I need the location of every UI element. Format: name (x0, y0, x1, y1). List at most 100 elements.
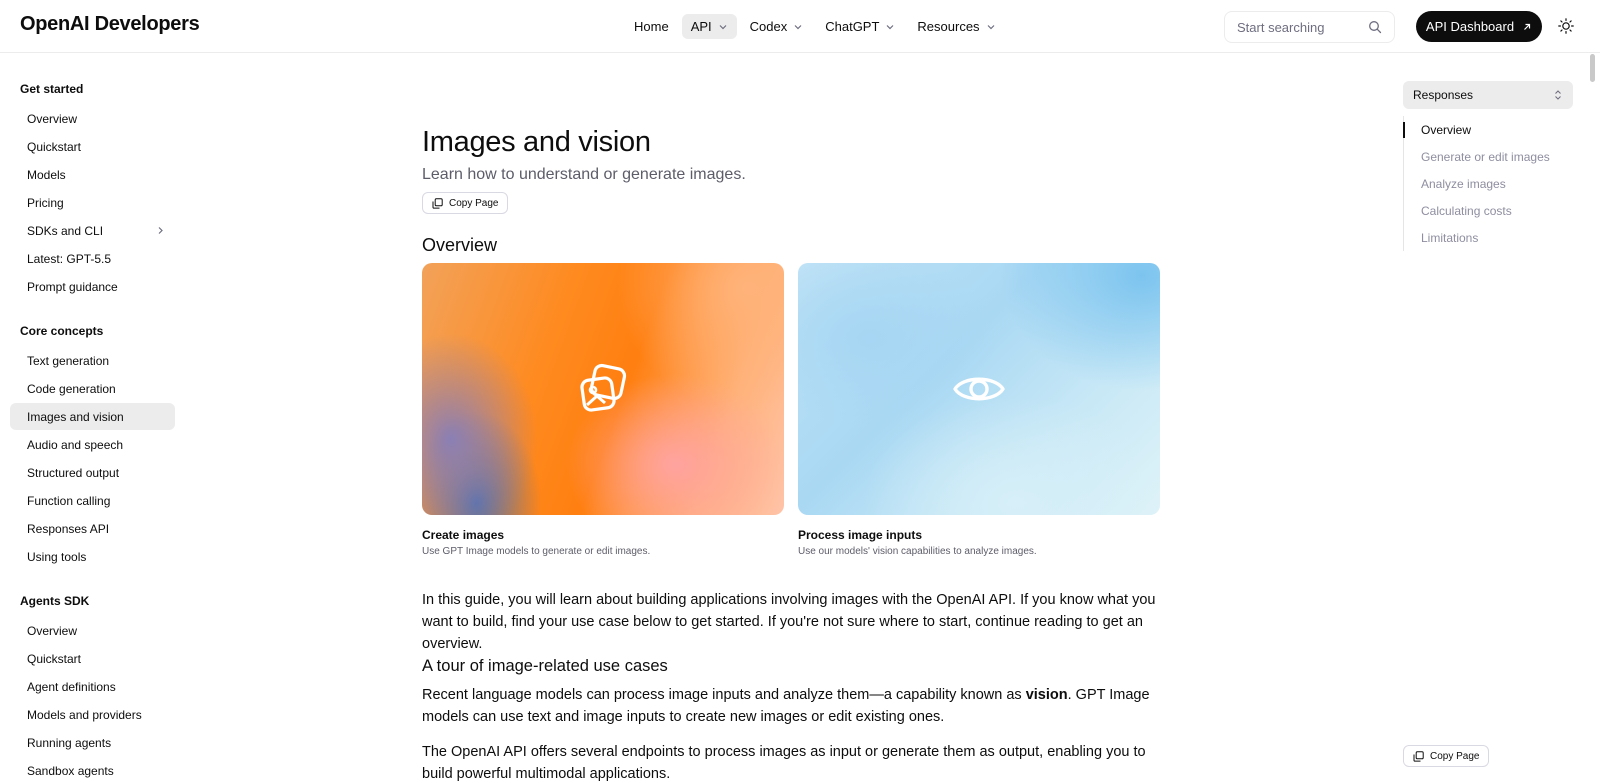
sidebar-item-images-and-vision[interactable]: Images and vision (10, 403, 175, 430)
search-input[interactable] (1237, 19, 1357, 35)
copy-icon (1413, 750, 1424, 762)
sidebar-item-label: Images and vision (27, 409, 124, 424)
overview-heading: Overview (422, 235, 498, 255)
sidebar-item-running-agents[interactable]: Running agents (10, 729, 175, 756)
toc-item-calculating-costs[interactable]: Calculating costs (1404, 197, 1573, 224)
sidebar-item-label: Models and providers (27, 707, 142, 722)
api-dashboard-label: API Dashboard (1425, 19, 1515, 34)
search-box[interactable] (1224, 11, 1395, 43)
copy-page-label: Copy Page (1430, 750, 1480, 762)
api-mode-select-value: Responses (1413, 88, 1474, 102)
table-of-contents: Overview Generate or edit images Analyze… (1403, 116, 1573, 251)
tour-heading: A tour of image-related use cases (422, 657, 668, 675)
sidebar-item-agents-overview[interactable]: Overview (10, 617, 175, 644)
sidebar-section-title: Agents SDK (20, 594, 90, 608)
sidebar-item-models-and-providers[interactable]: Models and providers (10, 701, 175, 728)
sidebar-item-responses-api[interactable]: Responses API (10, 515, 175, 542)
page-title: Images and vision (422, 126, 651, 158)
sidebar-item-sdks-and-cli[interactable]: SDKs and CLI (10, 217, 175, 244)
create-images-card-image (422, 263, 784, 515)
copy-page-button-sidebar[interactable]: Copy Page (1403, 745, 1490, 767)
create-images-card[interactable]: Create images Use GPT Image models to ge… (422, 263, 784, 557)
sidebar-item-code-generation[interactable]: Code generation (10, 375, 175, 402)
intro-paragraph: In this guide, you will learn about buil… (422, 592, 1156, 652)
card-description: Use our models' vision capabilities to a… (798, 546, 1037, 557)
sidebar-item-label: Function calling (27, 493, 111, 508)
sidebar-item-label: Latest: GPT-5.5 (27, 251, 112, 266)
search-icon[interactable] (1368, 20, 1382, 34)
sidebar-item-sandbox-agents[interactable]: Sandbox agents (10, 757, 175, 783)
sidebar-section-title: Get started (20, 82, 84, 96)
copy-page-button[interactable]: Copy Page (422, 192, 509, 214)
sidebar-item-label: Structured output (27, 465, 120, 480)
sidebar-item-label: Models (27, 167, 66, 182)
sidebar-item-label: Pricing (27, 195, 64, 210)
toc-item-limitations[interactable]: Limitations (1404, 224, 1573, 251)
sidebar-item-using-tools[interactable]: Using tools (10, 543, 175, 570)
process-image-inputs-card-image (798, 263, 1160, 515)
sidebar-item-label: Overview (27, 111, 78, 126)
sidebar-item-label: Sandbox agents (27, 763, 114, 778)
chevron-up-down-icon (1553, 89, 1563, 101)
nav-chatgpt-label: ChatGPT (825, 19, 880, 34)
nav-home[interactable]: Home (625, 14, 678, 39)
top-nav: Home API Codex ChatGPT Resources (625, 14, 1005, 39)
page-scrollbar[interactable] (1590, 54, 1595, 82)
toc-item-generate-or-edit-images[interactable]: Generate or edit images (1404, 143, 1573, 170)
nav-home-label: Home (634, 19, 669, 34)
vision-term: vision (1025, 687, 1068, 703)
toc-item-overview[interactable]: Overview (1403, 116, 1573, 143)
card-title: Process image inputs (798, 528, 923, 542)
sidebar-item-label: Agent definitions (27, 679, 116, 694)
api-mode-select[interactable]: Responses (1403, 81, 1573, 109)
sidebar-item-label: Audio and speech (27, 437, 124, 452)
sidebar-item-label: Code generation (27, 381, 116, 396)
nav-codex[interactable]: Codex (741, 14, 813, 39)
nav-codex-label: Codex (749, 19, 788, 34)
sidebar-item-label: Overview (27, 623, 78, 638)
sidebar-item-agents-quickstart[interactable]: Quickstart (10, 645, 175, 672)
nav-chatgpt[interactable]: ChatGPT (816, 14, 904, 39)
sidebar-item-label: Using tools (27, 549, 87, 564)
left-sidebar: Get started Overview Quickstart Models P… (10, 53, 175, 783)
api-dashboard-button[interactable]: API Dashboard (1416, 11, 1542, 42)
sidebar-section-title: Core concepts (20, 324, 104, 338)
nav-resources[interactable]: Resources (908, 14, 1004, 39)
toc-item-label: Generate or edit images (1421, 149, 1550, 164)
sidebar-item-text-generation[interactable]: Text generation (10, 347, 175, 374)
toc-item-label: Analyze images (1421, 176, 1506, 191)
toc-item-label: Calculating costs (1421, 203, 1512, 218)
sidebar-item-pricing[interactable]: Pricing (10, 189, 175, 216)
card-title: Create images (422, 528, 505, 542)
chevron-down-icon (885, 22, 895, 32)
toc-item-label: Overview (1421, 122, 1472, 137)
chevron-right-icon (156, 226, 165, 235)
sidebar-item-label: Prompt guidance (27, 279, 118, 294)
sidebar-item-function-calling[interactable]: Function calling (10, 487, 175, 514)
copy-page-label: Copy Page (449, 197, 499, 209)
sidebar-item-label: Quickstart (27, 651, 82, 666)
images-icon (575, 361, 631, 417)
sidebar-item-label: Responses API (27, 521, 110, 536)
sidebar-item-agent-definitions[interactable]: Agent definitions (10, 673, 175, 700)
nav-api[interactable]: API (681, 14, 737, 39)
top-navigation-bar: OpenAI Developers Home API Codex ChatGPT… (0, 0, 1600, 53)
sidebar-item-prompt-guidance[interactable]: Prompt guidance (10, 273, 175, 300)
sidebar-item-label: Quickstart (27, 139, 82, 154)
theme-toggle-sun-icon[interactable] (1557, 17, 1575, 35)
card-description: Use GPT Image models to generate or edit… (422, 546, 651, 557)
tour-paragraph-2: The OpenAI API offers several endpoints … (422, 744, 1146, 782)
sidebar-item-quickstart[interactable]: Quickstart (10, 133, 175, 160)
eye-icon (951, 361, 1007, 417)
tour-paragraph-1: Recent language models can process image… (422, 684, 1162, 728)
toc-item-analyze-images[interactable]: Analyze images (1404, 170, 1573, 197)
nav-resources-label: Resources (917, 19, 980, 34)
sidebar-item-latest-gpt[interactable]: Latest: GPT-5.5 (10, 245, 175, 272)
nav-api-label: API (690, 19, 712, 34)
sidebar-item-overview[interactable]: Overview (10, 105, 175, 132)
sidebar-item-models[interactable]: Models (10, 161, 175, 188)
sidebar-item-structured-output[interactable]: Structured output (10, 459, 175, 486)
process-image-inputs-card[interactable]: Process image inputs Use our models' vis… (798, 263, 1160, 557)
openai-developers-logo[interactable]: OpenAI Developers (20, 13, 200, 36)
sidebar-item-audio-and-speech[interactable]: Audio and speech (10, 431, 175, 458)
